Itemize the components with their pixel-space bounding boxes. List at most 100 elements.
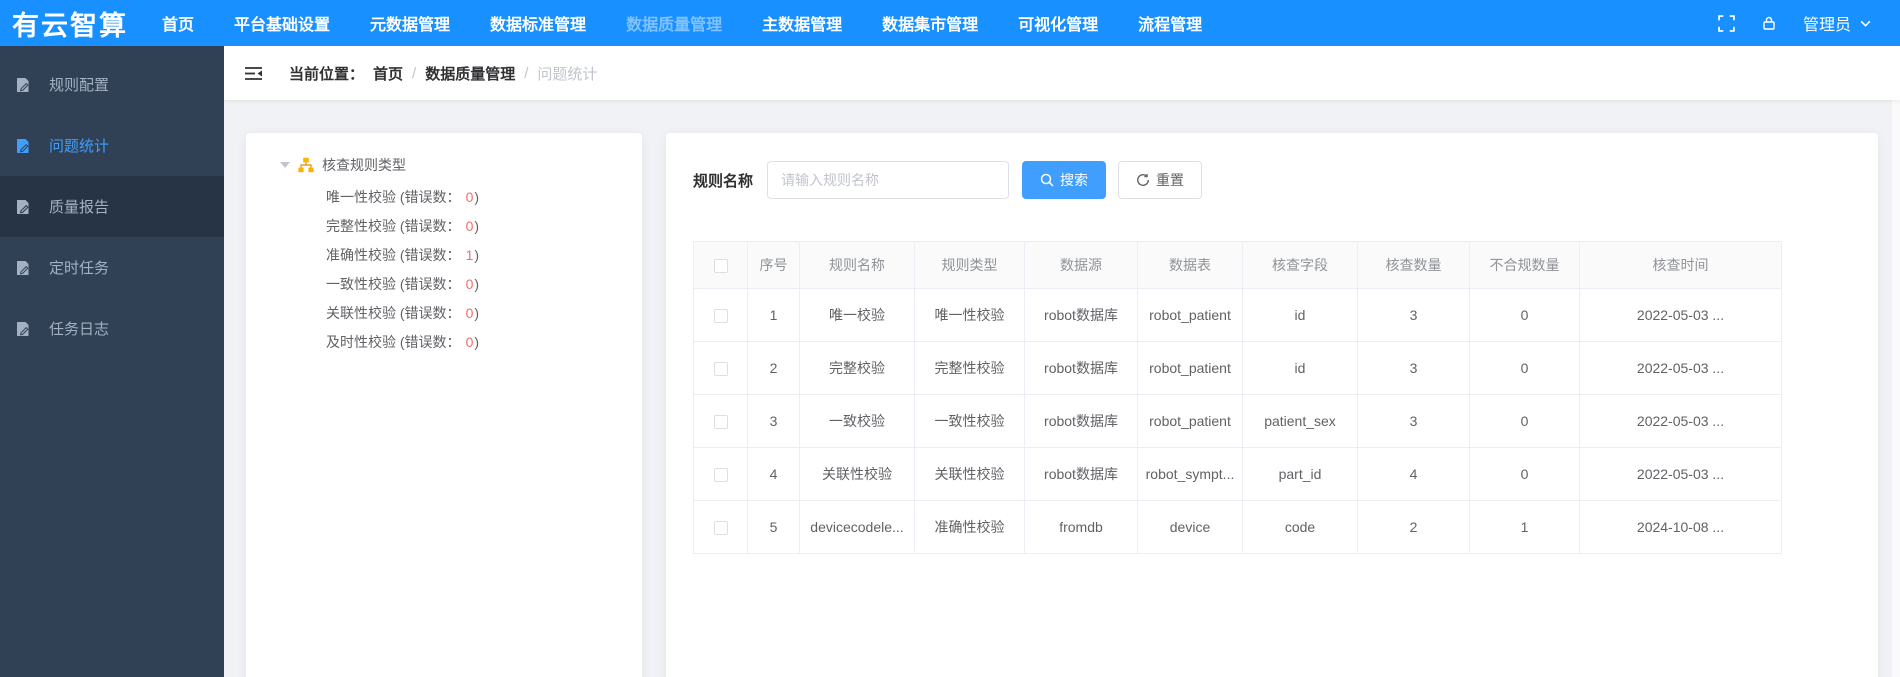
user-menu[interactable]: 管理员 xyxy=(1803,11,1872,35)
tree-item-completeness[interactable]: 完整性校验 (错误数： 0) xyxy=(326,212,624,241)
row-checkbox[interactable] xyxy=(713,521,728,536)
tree-root-node[interactable]: 核查规则类型 xyxy=(264,153,624,177)
row-select-cell xyxy=(693,447,748,501)
cell-rule-type: 关联性校验 xyxy=(914,447,1025,501)
nav-item-process[interactable]: 流程管理 xyxy=(1118,0,1222,46)
breadcrumb-bar: 当前位置： 首页 / 数据质量管理 / 问题统计 xyxy=(224,46,1900,100)
page-body: 核查规则类型 唯一性校验 (错误数： 0) 完整性校验 (错误数： 0) 准确性校验… xyxy=(224,100,1900,677)
search-button[interactable]: 搜索 xyxy=(1022,161,1107,199)
nav-item-platform-settings[interactable]: 平台基础设置 xyxy=(214,0,350,46)
nav-item-data-standard[interactable]: 数据标准管理 xyxy=(470,0,606,46)
sidebar-item-quality-report[interactable]: 质量报告 xyxy=(0,176,224,237)
cell-index: 2 xyxy=(747,341,800,395)
error-count: 1 xyxy=(465,247,474,263)
main-content: 当前位置： 首页 / 数据质量管理 / 问题统计 核查规则类型 唯一性校验 (错… xyxy=(224,0,1900,677)
cell-check-field: id xyxy=(1242,341,1358,395)
cell-check-field: id xyxy=(1242,288,1358,342)
cell-invalid-count: 1 xyxy=(1469,500,1580,554)
rule-type-tree-panel: 核查规则类型 唯一性校验 (错误数： 0) 完整性校验 (错误数： 0) 准确性校验… xyxy=(246,133,642,677)
nav-item-data-quality[interactable]: 数据质量管理 xyxy=(606,0,742,46)
cell-rule-name: 完整校验 xyxy=(799,341,915,395)
cell-data-table: device xyxy=(1137,500,1243,554)
tree-item-suffix: ) xyxy=(474,334,480,350)
rule-name-label: 规则名称 xyxy=(693,172,754,190)
cell-check-time: 2022-05-03 ... xyxy=(1579,394,1782,448)
breadcrumb-separator: / xyxy=(412,64,417,82)
tree-item-suffix: ) xyxy=(474,247,480,263)
app-logo[interactable]: 有云智算 xyxy=(0,4,142,43)
breadcrumb-item-data-quality[interactable]: 数据质量管理 xyxy=(425,63,515,84)
table-row[interactable]: 5 devicecodele... 准确性校验 fromdb device co… xyxy=(693,500,1782,554)
row-select-cell xyxy=(693,288,748,342)
header-invalid-count: 不合规数量 xyxy=(1469,241,1580,289)
header-check-time: 核查时间 xyxy=(1579,241,1782,289)
cell-check-field: code xyxy=(1242,500,1358,554)
row-checkbox[interactable] xyxy=(713,362,728,377)
tree-item-label: 一致性校验 (错误数： xyxy=(326,276,461,292)
cell-index: 3 xyxy=(747,394,800,448)
tree-item-label: 准确性校验 (错误数： xyxy=(326,247,461,263)
breadcrumb-separator: / xyxy=(524,64,529,82)
tree-item-label: 及时性校验 (错误数： xyxy=(326,334,461,350)
tree-item-timeliness[interactable]: 及时性校验 (错误数： 0) xyxy=(326,328,624,357)
table-row[interactable]: 4 关联性校验 关联性校验 robot数据库 robot_sympt... pa… xyxy=(693,447,1782,501)
page-scrollbar[interactable] xyxy=(1892,46,1900,677)
sidebar-item-issue-stats[interactable]: 问题统计 xyxy=(0,115,224,176)
reset-button[interactable]: 重置 xyxy=(1118,161,1203,199)
breadcrumb-item-home[interactable]: 首页 xyxy=(373,63,403,84)
breadcrumb: 当前位置： 首页 / 数据质量管理 / 问题统计 xyxy=(289,63,597,84)
search-button-label: 搜索 xyxy=(1060,172,1089,188)
error-count: 0 xyxy=(465,276,474,292)
table-row[interactable]: 2 完整校验 完整性校验 robot数据库 robot_patient id 3… xyxy=(693,341,1782,395)
file-edit-icon xyxy=(15,321,31,337)
cell-rule-name: 关联性校验 xyxy=(799,447,915,501)
table-row[interactable]: 1 唯一校验 唯一性校验 robot数据库 robot_patient id 3… xyxy=(693,288,1782,342)
sidebar-item-rule-config[interactable]: 规则配置 xyxy=(0,54,224,115)
topbar-actions: 管理员 xyxy=(1718,11,1900,35)
error-count: 0 xyxy=(465,334,474,350)
header-data-source: 数据源 xyxy=(1024,241,1138,289)
cell-check-field: part_id xyxy=(1242,447,1358,501)
header-rule-name: 规则名称 xyxy=(799,241,915,289)
nav-item-metadata[interactable]: 元数据管理 xyxy=(350,0,470,46)
chevron-down-icon xyxy=(1859,17,1872,30)
tree-item-suffix: ) xyxy=(474,189,480,205)
cell-check-time: 2022-05-03 ... xyxy=(1579,447,1782,501)
tree-item-accuracy[interactable]: 准确性校验 (错误数： 1) xyxy=(326,241,624,270)
cell-check-count: 3 xyxy=(1357,288,1470,342)
cell-data-source: robot数据库 xyxy=(1024,341,1138,395)
cell-data-table: robot_patient xyxy=(1137,288,1243,342)
cell-invalid-count: 0 xyxy=(1469,341,1580,395)
row-checkbox[interactable] xyxy=(713,468,728,483)
tree-item-suffix: ) xyxy=(474,276,480,292)
error-count: 0 xyxy=(465,305,474,321)
header-index: 序号 xyxy=(747,241,800,289)
fullscreen-icon[interactable] xyxy=(1718,14,1735,32)
menu-fold-icon[interactable] xyxy=(244,65,263,82)
select-all-cell xyxy=(693,241,748,289)
cell-data-table: robot_patient xyxy=(1137,341,1243,395)
row-checkbox[interactable] xyxy=(713,415,728,430)
tree-item-consistency[interactable]: 一致性校验 (错误数： 0) xyxy=(326,270,624,299)
nav-item-visualization[interactable]: 可视化管理 xyxy=(998,0,1118,46)
cell-index: 4 xyxy=(747,447,800,501)
cell-check-time: 2022-05-03 ... xyxy=(1579,288,1782,342)
nav-item-home[interactable]: 首页 xyxy=(142,0,214,46)
user-name: 管理员 xyxy=(1802,17,1851,34)
nav-item-data-mart[interactable]: 数据集市管理 xyxy=(862,0,998,46)
sidebar-item-scheduled-tasks[interactable]: 定时任务 xyxy=(0,237,224,298)
cell-check-count: 2 xyxy=(1357,500,1470,554)
row-select-cell xyxy=(693,341,748,395)
tree-item-unique[interactable]: 唯一性校验 (错误数： 0) xyxy=(326,183,624,212)
cell-check-count: 3 xyxy=(1357,394,1470,448)
row-checkbox[interactable] xyxy=(713,309,728,324)
tree-item-relation[interactable]: 关联性校验 (错误数： 0) xyxy=(326,299,624,328)
caret-down-icon[interactable] xyxy=(280,162,290,168)
rule-name-input[interactable] xyxy=(767,161,1010,199)
lock-icon[interactable] xyxy=(1761,15,1777,31)
file-edit-icon xyxy=(15,138,31,154)
table-row[interactable]: 3 一致校验 一致性校验 robot数据库 robot_patient pati… xyxy=(693,394,1782,448)
select-all-checkbox[interactable] xyxy=(713,259,728,274)
sidebar-item-task-logs[interactable]: 任务日志 xyxy=(0,298,224,359)
nav-item-master-data[interactable]: 主数据管理 xyxy=(742,0,862,46)
